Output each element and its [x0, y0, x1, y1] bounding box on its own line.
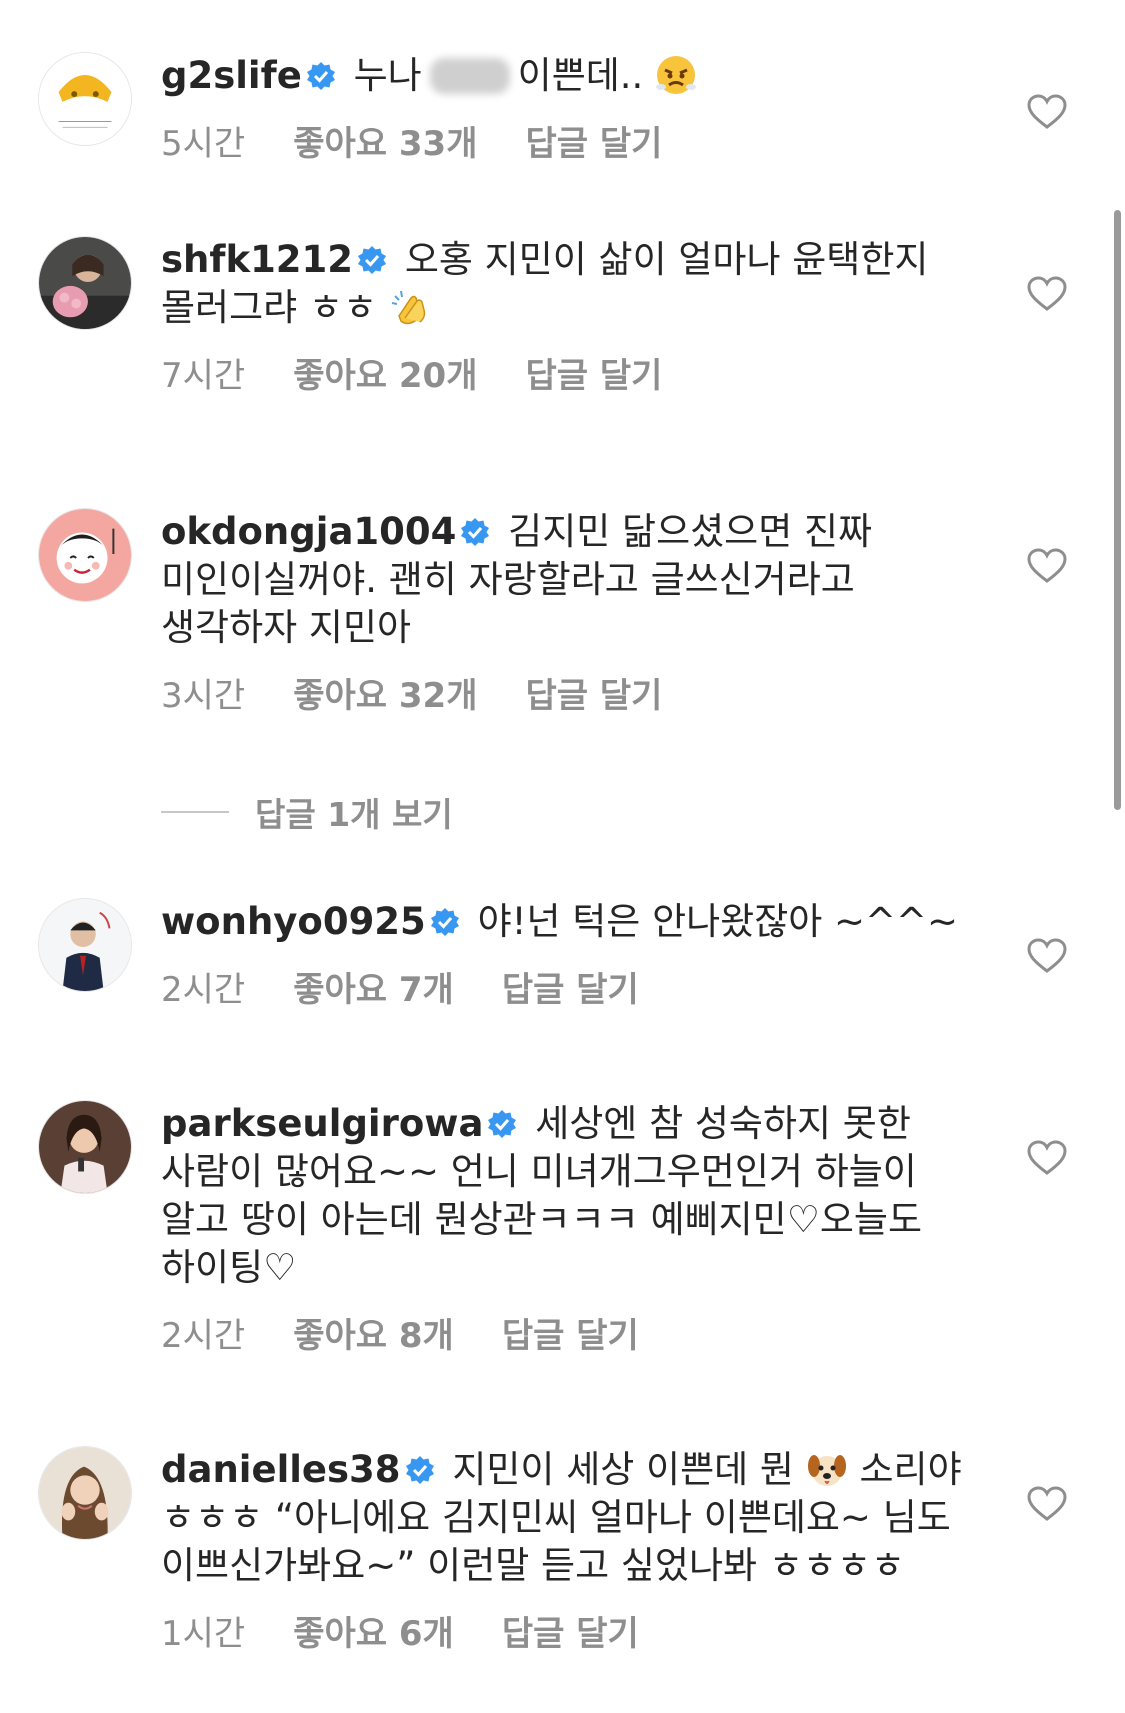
likes-count[interactable]: 좋아요 20개 — [293, 348, 477, 397]
comment-meta: 1시간 좋아요 6개 답글 달기 — [161, 1606, 971, 1655]
comment-meta: 7시간 좋아요 20개 답글 달기 — [161, 348, 971, 397]
avatar[interactable] — [38, 898, 132, 992]
heart-icon[interactable] — [1027, 1486, 1067, 1522]
comment-text-part: 이쁜데.. — [517, 54, 644, 97]
view-replies-label: 답글 1개 보기 — [255, 795, 453, 834]
timestamp: 7시간 — [161, 356, 246, 396]
likes-count[interactable]: 좋아요 7개 — [293, 962, 454, 1011]
timestamp: 5시간 — [161, 124, 246, 164]
comment-text: danielles38 지민이 세상 이쁜데 뭔 소리야 ㅎㅎㅎ “아니에요 김… — [161, 1446, 971, 1590]
avatar[interactable] — [38, 508, 132, 602]
comment-text-part: 누나 — [353, 54, 422, 97]
username[interactable]: okdongja1004 — [161, 510, 456, 553]
scrollbar[interactable] — [1114, 210, 1121, 810]
blurred-name — [429, 58, 510, 94]
verified-badge-icon — [430, 907, 460, 937]
timestamp: 2시간 — [161, 970, 246, 1010]
timestamp: 1시간 — [161, 1614, 246, 1654]
comment-meta: 2시간 좋아요 7개 답글 달기 — [161, 962, 971, 1011]
comment-body: wonhyo0925 야!넌 턱은 안나왔잖아 ~^^~ 2시간 좋아요 7개 … — [161, 898, 971, 1011]
verified-badge-icon — [405, 1455, 435, 1485]
username[interactable]: shfk1212 — [161, 238, 353, 281]
username[interactable]: danielles38 — [161, 1448, 401, 1491]
heart-icon[interactable] — [1027, 548, 1067, 584]
username[interactable]: g2slife — [161, 54, 302, 97]
reply-button[interactable]: 답글 달기 — [502, 962, 639, 1011]
verified-badge-icon — [306, 61, 336, 91]
likes-count[interactable]: 좋아요 32개 — [293, 668, 477, 717]
comment-text-part: 야!넌 턱은 안나왔잖아 ~^^~ — [477, 900, 959, 943]
verified-badge-icon — [460, 517, 490, 547]
comment-text: shfk1212 오홍 지민이 삶이 얼마나 윤택한지 몰러그랴 ㅎㅎ — [161, 236, 971, 332]
username[interactable]: parkseulgirowa — [161, 1102, 483, 1145]
comment-body: parkseulgirowa 세상엔 참 성숙하지 못한 사람이 많어요~~ 언… — [161, 1100, 971, 1357]
timestamp: 3시간 — [161, 676, 246, 716]
comment-body: danielles38 지민이 세상 이쁜데 뭔 소리야 ㅎㅎㅎ “아니에요 김… — [161, 1446, 971, 1655]
verified-badge-icon — [357, 245, 387, 275]
view-replies-button[interactable]: 답글 1개 보기 — [161, 788, 453, 836]
comment-body: okdongja1004 김지민 닮으셨으면 진짜 미인이실꺼야. 괜히 자랑할… — [161, 508, 971, 717]
heart-icon[interactable] — [1027, 1140, 1067, 1176]
reply-button[interactable]: 답글 달기 — [502, 1606, 639, 1655]
verified-badge-icon — [487, 1109, 517, 1139]
comment-text: g2slife 누나 이쁜데.. — [161, 52, 971, 100]
avatar[interactable] — [38, 1446, 132, 1540]
avatar[interactable] — [38, 52, 132, 146]
pouting-face-emoji — [655, 54, 697, 96]
comment-text: okdongja1004 김지민 닮으셨으면 진짜 미인이실꺼야. 괜히 자랑할… — [161, 508, 971, 652]
comment-meta: 2시간 좋아요 8개 답글 달기 — [161, 1308, 971, 1357]
comment-meta: 5시간 좋아요 33개 답글 달기 — [161, 116, 971, 165]
likes-count[interactable]: 좋아요 33개 — [293, 116, 477, 165]
likes-count[interactable]: 좋아요 8개 — [293, 1308, 454, 1357]
comment-body: shfk1212 오홍 지민이 삶이 얼마나 윤택한지 몰러그랴 ㅎㅎ 7시간 … — [161, 236, 971, 397]
dog-face-emoji — [806, 1448, 848, 1490]
likes-count[interactable]: 좋아요 6개 — [293, 1606, 454, 1655]
timestamp: 2시간 — [161, 1316, 246, 1356]
reply-button[interactable]: 답글 달기 — [525, 668, 662, 717]
username[interactable]: wonhyo0925 — [161, 900, 426, 943]
heart-icon[interactable] — [1027, 94, 1067, 130]
clapping-hands-emoji — [389, 286, 431, 328]
comment-text: parkseulgirowa 세상엔 참 성숙하지 못한 사람이 많어요~~ 언… — [161, 1100, 971, 1292]
reply-button[interactable]: 답글 달기 — [502, 1308, 639, 1357]
reply-button[interactable]: 답글 달기 — [525, 116, 662, 165]
divider — [161, 811, 229, 813]
comment-text: wonhyo0925 야!넌 턱은 안나왔잖아 ~^^~ — [161, 898, 971, 946]
heart-icon[interactable] — [1027, 938, 1067, 974]
avatar[interactable] — [38, 1100, 132, 1194]
reply-button[interactable]: 답글 달기 — [525, 348, 662, 397]
comment-meta: 3시간 좋아요 32개 답글 달기 — [161, 668, 971, 717]
heart-icon[interactable] — [1027, 276, 1067, 312]
avatar[interactable] — [38, 236, 132, 330]
comment-body: g2slife 누나 이쁜데.. 5시간 좋아요 33개 답글 달기 — [161, 52, 971, 165]
comment-text-part: 지민이 세상 이쁜데 뭔 — [452, 1448, 794, 1491]
